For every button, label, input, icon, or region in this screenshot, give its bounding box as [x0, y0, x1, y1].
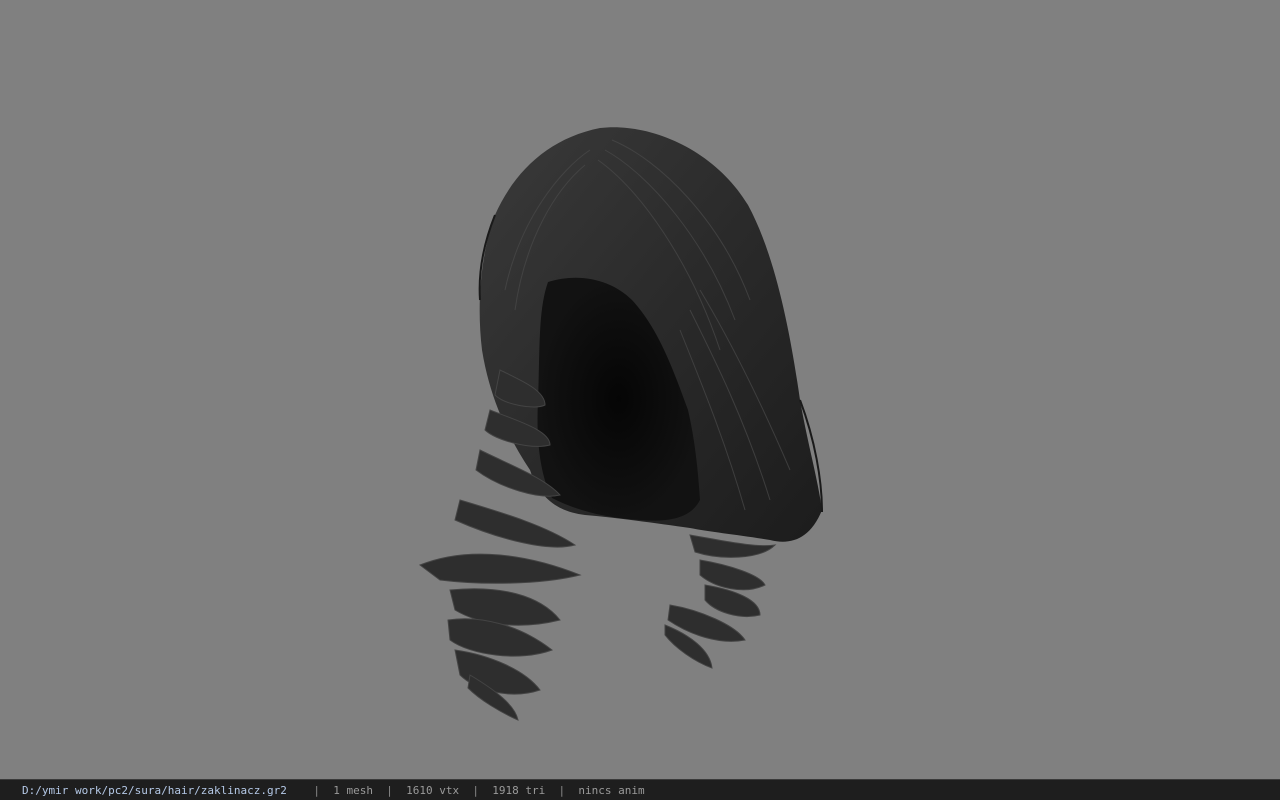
3d-viewport[interactable]	[0, 0, 1280, 779]
file-path: D:/ymir work/pc2/sura/hair/zaklinacz.gr2	[22, 783, 287, 797]
triangle-count: 1918 tri	[492, 783, 546, 797]
mesh-count: 1 mesh	[333, 783, 374, 797]
vertex-count: 1610 vtx	[406, 783, 460, 797]
right-curl-3	[704, 584, 761, 617]
hair-model[interactable]	[0, 0, 1280, 779]
left-curl-5	[418, 553, 582, 584]
status-bar: D:/ymir work/pc2/sura/hair/zaklinacz.gr2…	[0, 779, 1280, 800]
separator: |	[313, 783, 321, 797]
separator: |	[386, 783, 393, 797]
right-curl-2	[699, 559, 766, 591]
anim-status: nincs anim	[578, 783, 645, 797]
separator: |	[558, 783, 566, 797]
left-curl-4	[454, 499, 577, 548]
separator: |	[472, 783, 480, 797]
